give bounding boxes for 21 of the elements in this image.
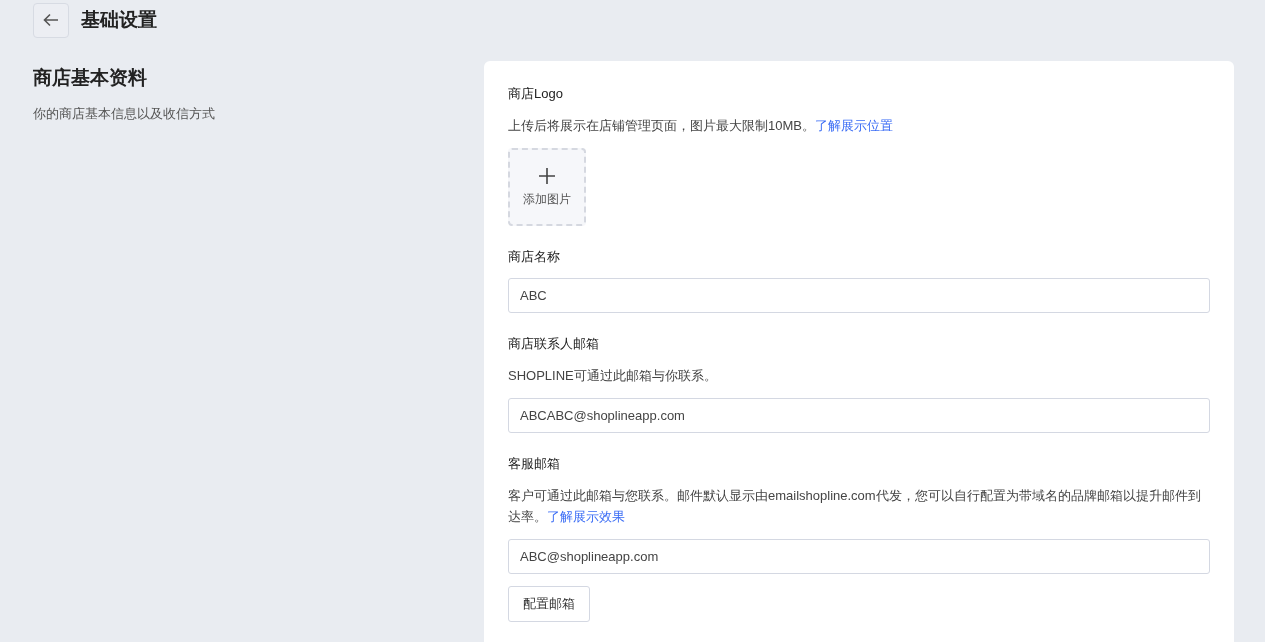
back-arrow-icon [43, 13, 59, 27]
text-input[interactable]: ABC [508, 278, 1210, 313]
field-label: 商店联系人邮箱 [508, 335, 600, 353]
help-link[interactable]: 了解展示效果 [547, 509, 625, 524]
help-link[interactable]: 了解展示位置 [814, 118, 893, 133]
field-description: 上传后将展示在店铺管理页面，图片最大限制10MB。了解展示位置 [508, 117, 894, 135]
plus-icon [538, 166, 556, 185]
image-upload[interactable]: 添加图片 [508, 148, 586, 226]
field-description: SHOPLINE可通过此邮箱与你联系。 [508, 367, 718, 385]
field-description: 客户可通过此邮箱与您联系。邮件默认显示由emailshopline.com代发，您可以自行配置为带域名的品牌邮箱以提升邮件到达率。了解展示效果 [508, 487, 1202, 526]
upload-label: 添加图片 [523, 190, 571, 208]
back-button[interactable] [33, 2, 69, 38]
text-input[interactable]: ABC@shoplineapp.com [508, 539, 1210, 574]
text-input[interactable]: ABCABC@shoplineapp.com [508, 398, 1210, 433]
section-description: 你的商店基本信息以及收信方式 [33, 105, 216, 123]
page-title: 基础设置 [81, 8, 157, 32]
configure-button[interactable]: 配置邮箱 [508, 586, 590, 622]
field-label: 商店Logo [508, 85, 564, 103]
section-title: 商店基本资料 [33, 66, 148, 90]
field-label: 商店名称 [508, 248, 561, 266]
field-label: 客服邮箱 [508, 455, 561, 473]
